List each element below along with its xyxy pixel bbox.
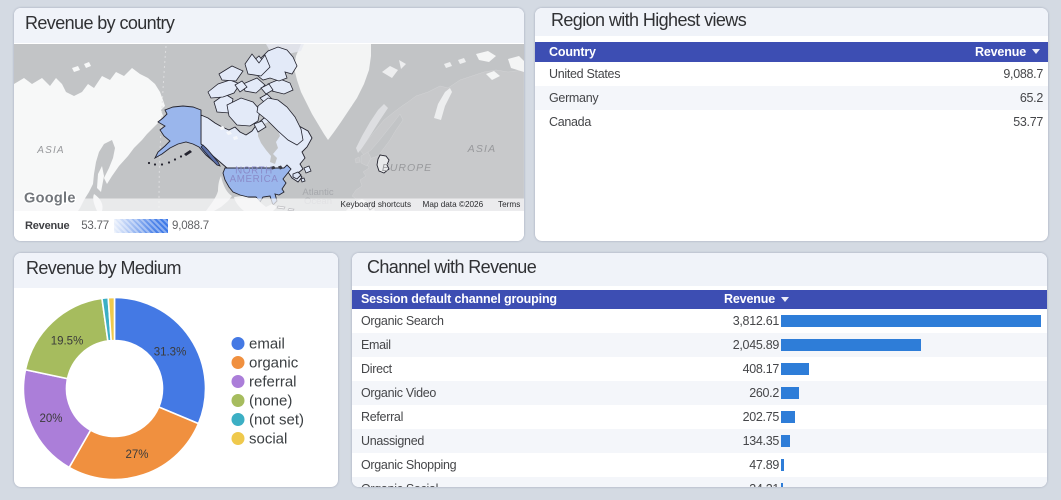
svg-text:Google: Google [24, 191, 76, 207]
svg-text:20%: 20% [39, 413, 62, 425]
svg-text:19.5%: 19.5% [51, 336, 84, 348]
svg-text:referral: referral [249, 374, 297, 391]
svg-text:Map data ©2026: Map data ©2026 [423, 200, 484, 209]
svg-text:ASIA: ASIA [36, 145, 65, 156]
svg-text:organic: organic [249, 355, 299, 372]
svg-text:Keyboard shortcuts: Keyboard shortcuts [341, 200, 412, 209]
svg-text:AMERICA: AMERICA [230, 174, 279, 185]
svg-text:email: email [249, 336, 285, 353]
svg-text:EUROPE: EUROPE [382, 162, 432, 174]
svg-text:Terms: Terms [498, 200, 520, 209]
svg-text:27%: 27% [125, 449, 148, 461]
svg-text:31.3%: 31.3% [154, 347, 187, 359]
svg-text:(none): (none) [249, 393, 292, 410]
svg-text:social: social [249, 431, 287, 448]
svg-text:ASIA: ASIA [467, 143, 497, 155]
svg-text:(not set): (not set) [249, 412, 304, 429]
